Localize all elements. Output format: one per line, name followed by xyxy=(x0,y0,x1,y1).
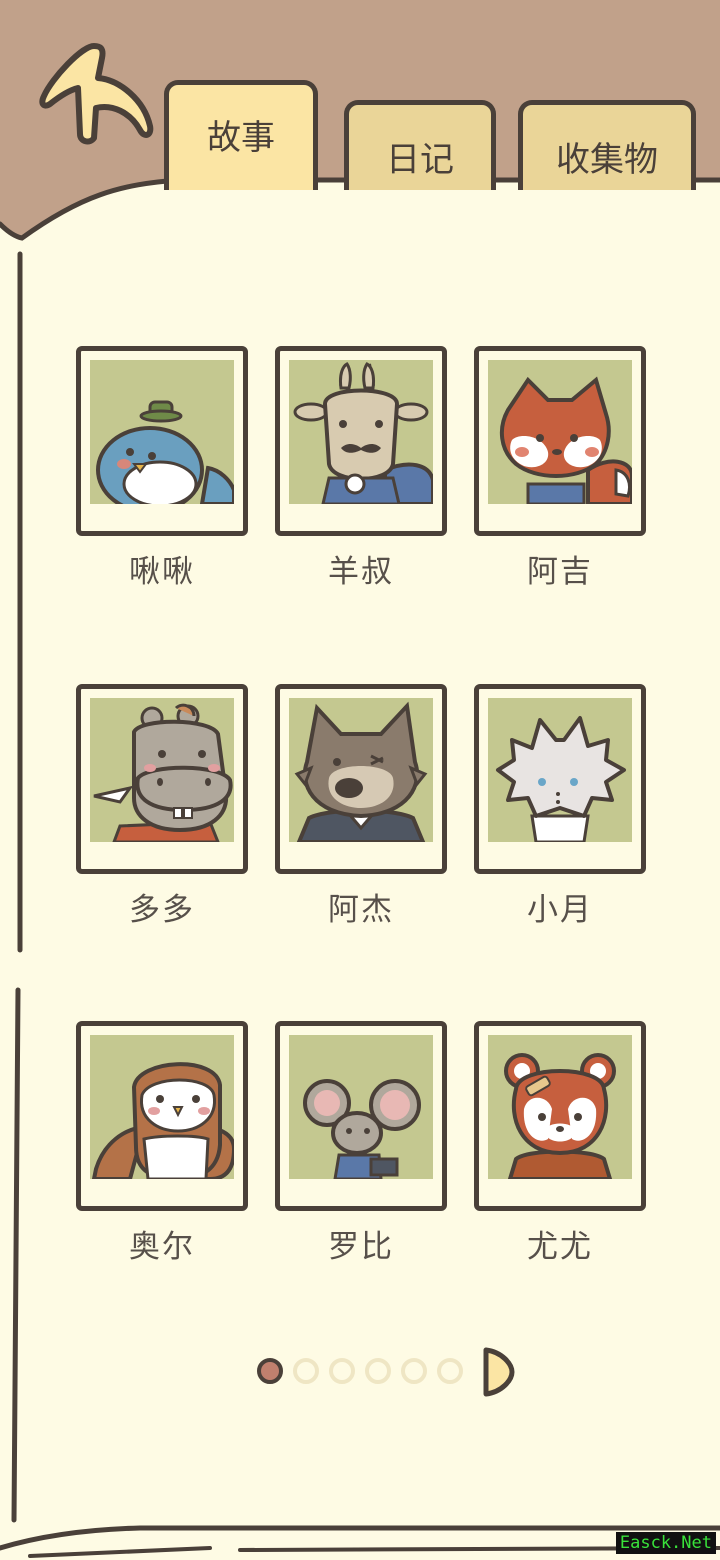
page-dot-1[interactable] xyxy=(257,1358,283,1384)
blue-bird-portrait xyxy=(90,360,234,504)
character-name: 奥尔 xyxy=(129,1229,195,1265)
character-name: 阿杰 xyxy=(328,892,394,928)
goat-portrait xyxy=(289,360,433,504)
tab-collectibles[interactable]: 收集物 xyxy=(518,100,696,190)
tab-collectibles-label: 收集物 xyxy=(556,140,658,180)
page-dot-6[interactable] xyxy=(437,1358,463,1384)
character-card-jiujiu[interactable] xyxy=(76,346,248,536)
character-card-youyou[interactable] xyxy=(474,1021,646,1211)
character-card-yangshu[interactable] xyxy=(275,346,447,536)
back-arrow-icon[interactable] xyxy=(30,38,156,150)
character-name: 羊叔 xyxy=(328,554,394,590)
character-name: 啾啾 xyxy=(129,554,195,590)
next-page-arrow-icon[interactable] xyxy=(480,1344,516,1400)
character-card-aji[interactable] xyxy=(474,346,646,536)
wolf-portrait xyxy=(289,698,433,842)
tab-story[interactable]: 故事 xyxy=(164,80,318,190)
tab-diary-label: 日记 xyxy=(386,140,454,180)
page-dot-2[interactable] xyxy=(293,1358,319,1384)
watermark: Easck.Net xyxy=(615,1532,716,1554)
red-panda-portrait xyxy=(488,1035,632,1179)
character-name: 小月 xyxy=(527,892,593,928)
character-card-ajie[interactable] xyxy=(275,684,447,874)
character-card-luobi[interactable] xyxy=(275,1021,447,1211)
fox-portrait xyxy=(488,360,632,504)
page-dot-4[interactable] xyxy=(365,1358,391,1384)
character-name: 罗比 xyxy=(328,1229,394,1265)
character-card-xiaoyue[interactable] xyxy=(474,684,646,874)
page-dot-5[interactable] xyxy=(401,1358,427,1384)
mouse-portrait xyxy=(289,1035,433,1179)
owl-portrait xyxy=(90,1035,234,1179)
tab-diary[interactable]: 日记 xyxy=(344,100,496,190)
hippo-portrait xyxy=(90,698,234,842)
character-name: 尤尤 xyxy=(527,1229,593,1265)
character-card-duoduo[interactable] xyxy=(76,684,248,874)
white-cat-portrait xyxy=(488,698,632,842)
character-name: 阿吉 xyxy=(527,554,593,590)
tab-story-label: 故事 xyxy=(207,118,275,158)
character-card-aoer[interactable] xyxy=(76,1021,248,1211)
page-dot-3[interactable] xyxy=(329,1358,355,1384)
character-name: 多多 xyxy=(129,892,195,928)
